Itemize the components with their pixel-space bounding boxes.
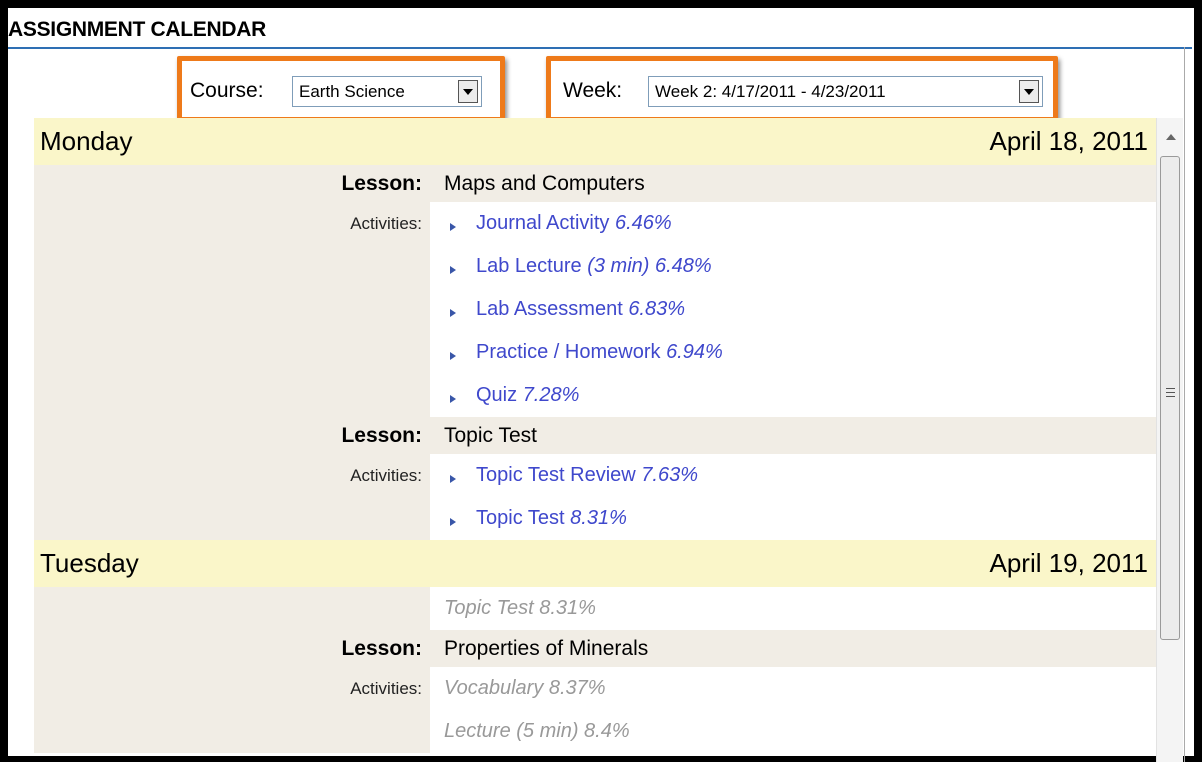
activities-label: Activities: (34, 202, 430, 245)
week-select-value: Week 2: 4/17/2011 - 4/23/2011 (655, 81, 886, 101)
lesson-label: Lesson: (341, 423, 422, 447)
activity-row: Practice / Homework 6.94% (34, 331, 1158, 374)
grip-icon (1166, 388, 1175, 400)
activities-label: Activities: (34, 667, 430, 710)
calendar-list[interactable]: Monday April 18, 2011 Lesson: Maps and C… (34, 118, 1193, 756)
week-label: Week: (563, 79, 623, 102)
course-select[interactable]: Earth Science (292, 76, 482, 107)
activity-row: Activities: Topic Test Review 7.63% (34, 454, 1158, 497)
activity-row: Topic Test 8.31% (34, 497, 1158, 540)
activities-label: Activities: (34, 454, 430, 497)
lesson-title: Maps and Computers (444, 171, 645, 195)
scroll-up-button[interactable] (1157, 118, 1184, 156)
day-header: Tuesday April 19, 2011 (34, 540, 1158, 587)
activity-link[interactable]: Practice / Homework 6.94% (476, 341, 723, 364)
course-dropdown-button[interactable] (458, 80, 478, 103)
lesson-label: Lesson: (341, 636, 422, 660)
lesson-row: Lesson: Maps and Computers (34, 165, 1158, 202)
scrollbar-thumb[interactable] (1160, 156, 1180, 640)
course-select-value: Earth Science (299, 81, 405, 101)
activity-row: Lab Assessment 6.83% (34, 288, 1158, 331)
bullet-icon (450, 308, 456, 317)
week-select[interactable]: Week 2: 4/17/2011 - 4/23/2011 (648, 76, 1043, 107)
chevron-down-icon (1024, 88, 1034, 95)
week-dropdown-button[interactable] (1019, 80, 1039, 103)
lesson-row: Lesson: Properties of Minerals (34, 630, 1158, 667)
activity-link[interactable]: Quiz 7.28% (476, 384, 579, 407)
day-header: Monday April 18, 2011 (34, 118, 1158, 165)
activity-link[interactable]: Lab Lecture (3 min) 6.48% (476, 255, 712, 278)
chevron-up-icon (1165, 134, 1176, 140)
page-title: ASSIGNMENT CALENDAR (8, 18, 266, 41)
day-name: Tuesday (40, 548, 139, 578)
vertical-scrollbar[interactable] (1156, 118, 1183, 762)
lesson-label: Lesson: (341, 171, 422, 195)
day-date: April 19, 2011 (989, 548, 1148, 578)
day-date: April 18, 2011 (989, 126, 1148, 156)
activity-link[interactable]: Lab Assessment 6.83% (476, 298, 685, 321)
activity-item: Lecture (5 min) 8.4% (444, 720, 630, 742)
activity-row: Lab Lecture (3 min) 6.48% (34, 245, 1158, 288)
activity-item: Vocabulary 8.37% (444, 677, 606, 699)
bullet-icon (450, 265, 456, 274)
activity-row: Quiz 7.28% (34, 374, 1158, 417)
activity-link[interactable]: Journal Activity 6.46% (476, 212, 672, 235)
lesson-title: Topic Test (444, 423, 537, 447)
title-divider (8, 47, 1192, 49)
activity-row: Lecture (5 min) 8.4% (34, 710, 1158, 753)
carryover-row: Topic Test 8.31% (34, 587, 1158, 630)
lesson-row: Lesson: Topic Test (34, 417, 1158, 454)
bullet-icon (450, 351, 456, 360)
activity-row: Activities: Journal Activity 6.46% (34, 202, 1158, 245)
right-edge-line (1184, 47, 1185, 762)
course-label: Course: (190, 79, 264, 102)
bullet-icon (450, 222, 456, 231)
carryover-item: Topic Test 8.31% (444, 597, 596, 619)
bullet-icon (450, 394, 456, 403)
bullet-icon (450, 517, 456, 526)
day-name: Monday (40, 126, 133, 156)
lesson-title: Properties of Minerals (444, 636, 649, 660)
chevron-down-icon (463, 88, 473, 95)
bullet-icon (450, 474, 456, 483)
activity-row: Activities: Vocabulary 8.37% (34, 667, 1158, 710)
activity-link[interactable]: Topic Test 8.31% (476, 507, 627, 530)
activity-link[interactable]: Topic Test Review 7.63% (476, 464, 698, 487)
